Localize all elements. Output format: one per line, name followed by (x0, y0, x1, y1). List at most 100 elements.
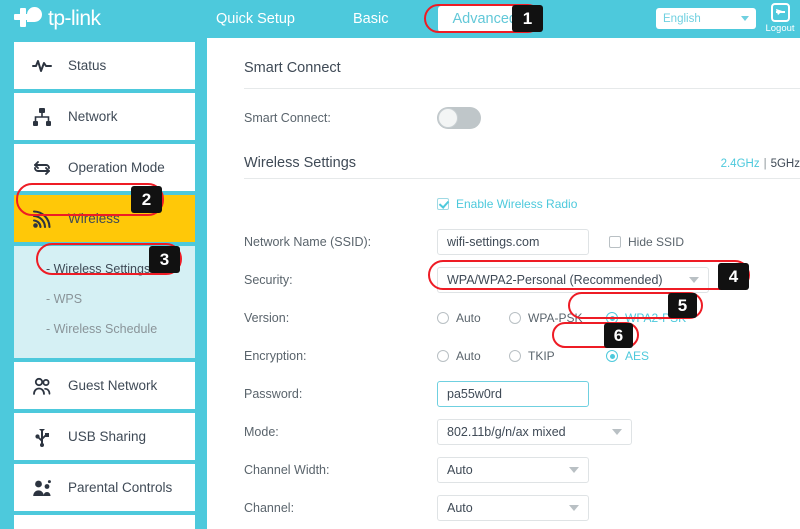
sidebar-item-status[interactable]: Status (14, 42, 195, 89)
annotation-badge-6: 6 (604, 323, 633, 348)
enable-radio-row: Enable Wireless Radio (244, 189, 800, 219)
logout-icon (770, 3, 790, 22)
sidebar-item-network[interactable]: Network (14, 93, 195, 140)
mode-select[interactable]: 802.11b/g/n/ax mixed (437, 419, 632, 445)
ssid-label: Network Name (SSID): (244, 235, 372, 249)
tplink-logo-icon (14, 7, 44, 31)
annotation-badge-2: 2 (131, 186, 162, 213)
sidebar-item-operation-mode[interactable]: Operation Mode (14, 144, 195, 191)
tplink-logo: tp-link (14, 7, 194, 31)
smart-connect-title: Smart Connect (244, 60, 341, 76)
parent-child-icon (32, 478, 52, 498)
security-label: Security: (244, 273, 293, 287)
enable-wireless-radio-label: Enable Wireless Radio (456, 197, 578, 211)
nav-tabs: Quick Setup Basic Advanced (208, 6, 531, 32)
security-value: WPA/WPA2-Personal (Recommended) (447, 273, 663, 287)
radio-mark (509, 350, 521, 362)
language-select[interactable]: English (656, 8, 756, 29)
brand-name: tp-link (48, 7, 101, 30)
people-icon (32, 376, 52, 396)
chevron-down-icon (612, 429, 622, 435)
encryption-option-label: TKIP (528, 349, 555, 363)
chevron-down-icon (569, 505, 579, 511)
channel-width-label: Channel Width: (244, 463, 330, 477)
encryption-option-label: Auto (456, 349, 481, 363)
version-row: Version: Auto WPA-PSK WPA2-PSK (244, 303, 800, 333)
smart-connect-toggle[interactable] (437, 107, 481, 129)
smart-connect-row: Smart Connect: (244, 103, 800, 133)
tab-quick-setup[interactable]: Quick Setup (208, 6, 303, 32)
radio-mark (509, 312, 521, 324)
mode-value: 802.11b/g/n/ax mixed (447, 425, 566, 439)
sidebar: Status Network Operation Mode Wireless -… (0, 38, 207, 529)
sidebar-item-label: Guest Network (68, 378, 158, 393)
encryption-option-label: AES (625, 349, 650, 363)
sync-arrows-icon (32, 158, 52, 178)
version-option-label: Auto (456, 311, 481, 325)
version-wpapsk-radio[interactable]: WPA-PSK (509, 311, 606, 325)
logout-button[interactable]: Logout (760, 3, 800, 34)
annotation-badge-3: 3 (149, 246, 180, 273)
ssid-input[interactable]: wifi-settings.com (437, 229, 589, 255)
channel-width-row: Channel Width: Auto (244, 455, 800, 485)
sidebar-item-label: Network (68, 109, 118, 124)
toggle-knob (438, 108, 458, 128)
language-value: English (663, 12, 701, 25)
sidebar-item-usb-sharing[interactable]: USB Sharing (14, 413, 195, 460)
wifi-signal-icon (32, 209, 52, 229)
ssid-row: Network Name (SSID): wifi-settings.com H… (244, 227, 800, 257)
encryption-label: Encryption: (244, 349, 307, 363)
encryption-aes-radio[interactable]: AES (606, 349, 649, 363)
pulse-icon (32, 56, 52, 76)
password-input[interactable]: pa55w0rd (437, 381, 589, 407)
annotation-badge-4: 4 (718, 263, 749, 290)
band-separator: | (763, 158, 767, 170)
version-auto-radio[interactable]: Auto (437, 311, 509, 325)
tab-basic[interactable]: Basic (345, 6, 396, 32)
sidebar-item-label: Operation Mode (68, 160, 165, 175)
sidebar-item-partial[interactable] (14, 515, 195, 529)
enable-wireless-radio-checkbox[interactable] (437, 198, 449, 210)
top-navigation-bar: tp-link Quick Setup Basic Advanced Engli… (0, 0, 800, 38)
hide-ssid-checkbox[interactable] (609, 236, 621, 248)
sidebar-item-parental-controls[interactable]: Parental Controls (14, 464, 195, 511)
main-content: Smart Connect Smart Connect: Wireless Se… (207, 38, 800, 529)
version-option-label: WPA-PSK (528, 311, 583, 325)
band-5ghz[interactable]: 5GHz (771, 158, 800, 170)
divider (244, 178, 800, 179)
annotation-badge-5: 5 (668, 293, 697, 318)
version-label: Version: (244, 311, 290, 325)
chevron-down-icon (741, 16, 749, 21)
submenu-wireless-schedule[interactable]: - Wireless Schedule (14, 314, 195, 344)
usb-icon (32, 427, 52, 447)
encryption-auto-radio[interactable]: Auto (437, 349, 509, 363)
sidebar-item-label: Status (68, 58, 107, 73)
submenu-wps[interactable]: - WPS (14, 284, 195, 314)
hide-ssid-label: Hide SSID (628, 235, 685, 249)
wireless-settings-header: Wireless Settings 2.4GHz | 5GHz (244, 155, 800, 171)
channel-width-select[interactable]: Auto (437, 457, 589, 483)
sitemap-icon (32, 107, 52, 127)
sidebar-item-guest-network[interactable]: Guest Network (14, 362, 195, 409)
chevron-down-icon (689, 277, 699, 283)
encryption-tkip-radio[interactable]: TKIP (509, 349, 606, 363)
band-24ghz[interactable]: 2.4GHz (721, 158, 760, 170)
channel-row: Channel: Auto (244, 493, 800, 523)
wireless-settings-title: Wireless Settings (244, 155, 357, 171)
password-label: Password: (244, 387, 303, 401)
channel-select[interactable]: Auto (437, 495, 589, 521)
encryption-row: Encryption: Auto TKIP AES (244, 341, 800, 371)
sidebar-item-label: Wireless (68, 211, 120, 226)
chevron-down-icon (569, 467, 579, 473)
radio-mark (437, 312, 449, 324)
security-select[interactable]: WPA/WPA2-Personal (Recommended) (437, 267, 709, 293)
version-radio-group: Auto WPA-PSK WPA2-PSK (437, 311, 686, 325)
band-selector: 2.4GHz | 5GHz (721, 158, 800, 170)
password-row: Password: pa55w0rd (244, 379, 800, 409)
sidebar-item-wireless[interactable]: Wireless (14, 195, 195, 242)
smart-connect-label: Smart Connect: (244, 111, 331, 125)
radio-mark (437, 350, 449, 362)
sidebar-item-label: USB Sharing (68, 429, 147, 444)
logout-label: Logout (765, 23, 795, 34)
divider (244, 88, 800, 89)
